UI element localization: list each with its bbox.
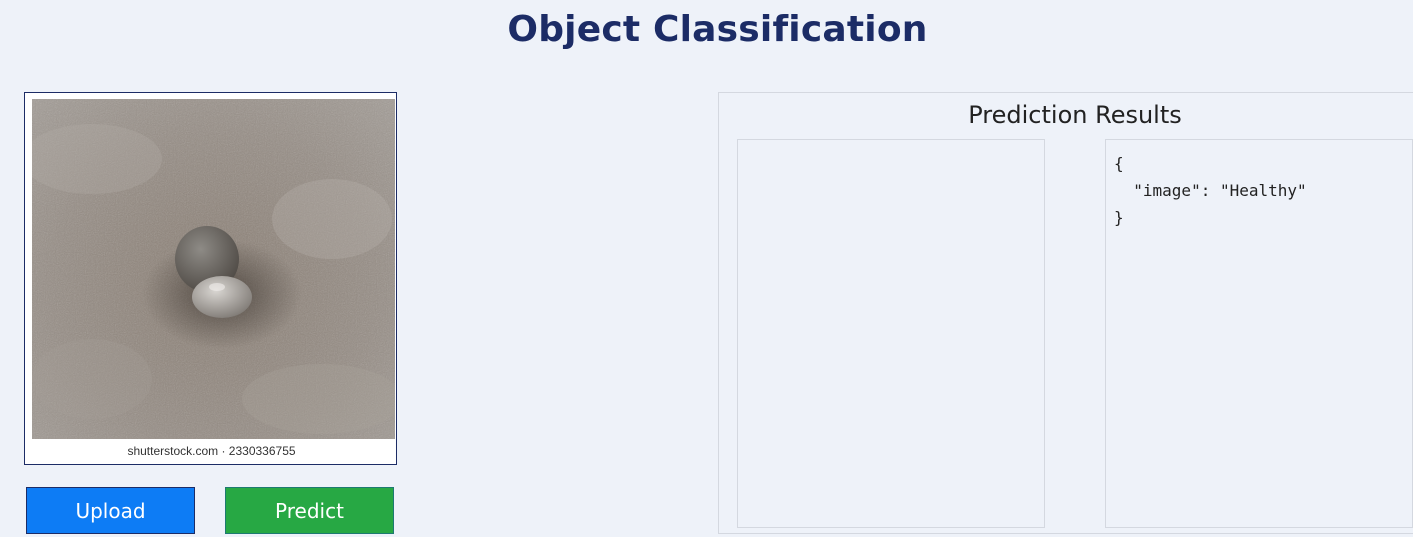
prediction-results-panel: Prediction Results { "image": "Healthy"} bbox=[718, 92, 1413, 534]
uploaded-image bbox=[32, 99, 395, 439]
image-preview-frame: shutterstock.com · 2330336755 bbox=[24, 92, 397, 465]
page-title: Object Classification bbox=[507, 9, 928, 50]
predict-button[interactable]: Predict bbox=[225, 487, 394, 534]
results-title: Prediction Results bbox=[968, 101, 1182, 129]
result-image-box bbox=[737, 139, 1045, 528]
stone-photo bbox=[32, 99, 395, 439]
json-line: { bbox=[1114, 154, 1124, 173]
json-line: "image": "Healthy" bbox=[1114, 181, 1307, 200]
image-watermark: shutterstock.com · 2330336755 bbox=[127, 444, 296, 458]
app-page: Object Classification shutterstock.com ·… bbox=[0, 0, 1413, 537]
upload-button[interactable]: Upload bbox=[26, 487, 195, 534]
json-line: } bbox=[1114, 208, 1124, 227]
result-json-box: { "image": "Healthy"} bbox=[1105, 139, 1413, 528]
